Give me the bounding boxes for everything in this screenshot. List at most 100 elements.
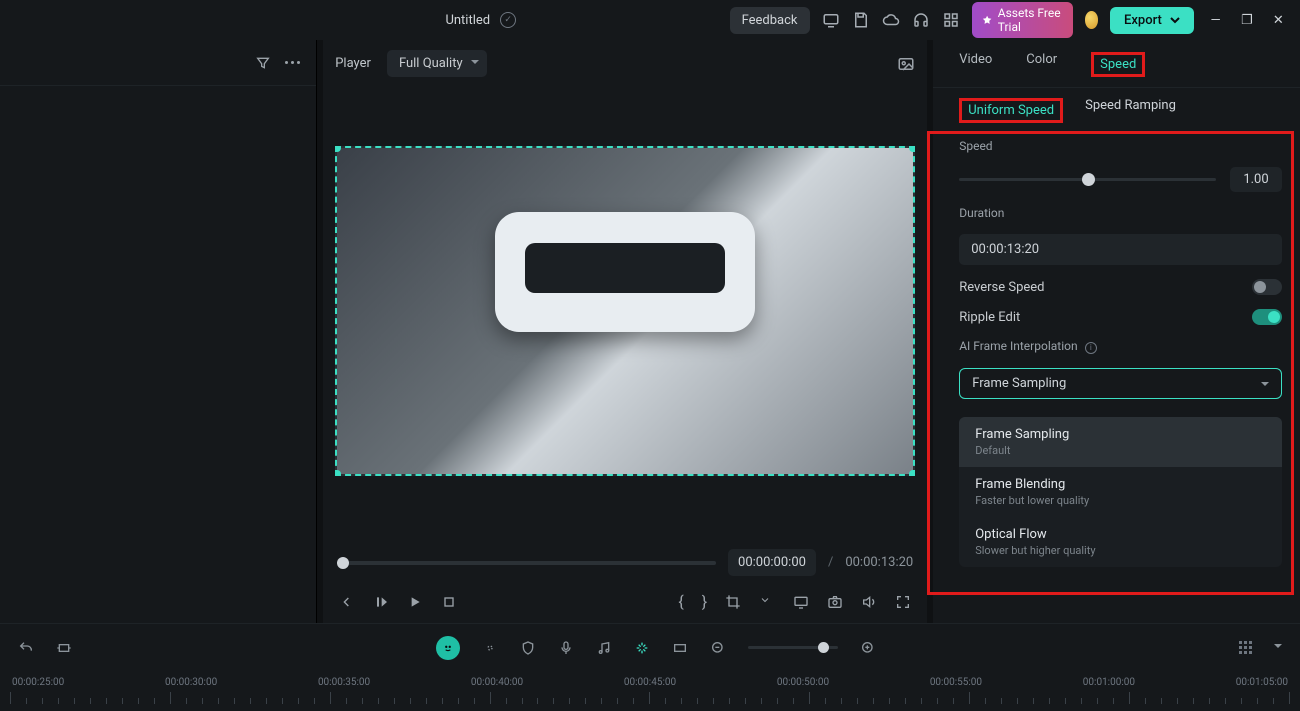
reverse-speed-label: Reverse Speed — [959, 280, 1044, 295]
cloud-icon[interactable] — [882, 11, 900, 29]
ripple-edit-label: Ripple Edit — [959, 310, 1020, 325]
picture-icon[interactable] — [897, 55, 915, 73]
preview-subject — [495, 212, 755, 332]
display-icon[interactable] — [822, 11, 840, 29]
timeline-area: 00:00:25:00 00:00:30:00 00:00:35:00 00:0… — [0, 623, 1300, 711]
resize-handle[interactable] — [909, 146, 915, 152]
dropdown-option-frame-blending[interactable]: Frame Blending Faster but lower quality — [959, 467, 1282, 517]
ruler-label: 00:00:25:00 — [12, 677, 64, 688]
zoom-out-icon[interactable] — [710, 640, 726, 656]
dropdown-option-optical-flow[interactable]: Optical Flow Slower but higher quality — [959, 517, 1282, 567]
resize-handle[interactable] — [335, 470, 341, 476]
total-time: 00:00:13:20 — [845, 555, 913, 570]
tab-speed[interactable]: Speed — [1091, 52, 1145, 77]
option-subtitle: Faster but lower quality — [975, 494, 1266, 507]
zoom-in-icon[interactable] — [860, 640, 876, 656]
subtab-speed-ramping[interactable]: Speed Ramping — [1085, 98, 1176, 123]
option-title: Frame Blending — [975, 477, 1266, 492]
window-close-icon[interactable]: ✕ — [1269, 13, 1288, 28]
option-subtitle: Slower but higher quality — [975, 544, 1266, 557]
feedback-button[interactable]: Feedback — [730, 7, 810, 34]
aspect-ratio-icon[interactable] — [672, 640, 688, 656]
tab-color[interactable]: Color — [1026, 52, 1057, 77]
ripple-edit-toggle[interactable] — [1252, 309, 1282, 325]
save-icon[interactable] — [852, 11, 870, 29]
fit-icon[interactable] — [56, 640, 72, 656]
current-time: 00:00:00:00 — [728, 549, 816, 576]
play-icon[interactable] — [407, 594, 423, 610]
shield-icon[interactable] — [520, 640, 536, 656]
info-icon[interactable]: i — [1085, 342, 1097, 354]
duration-input[interactable]: 00:00:13:20 — [959, 234, 1282, 265]
window-maximize-icon[interactable]: ❐ — [1237, 13, 1256, 28]
volume-icon[interactable] — [861, 594, 877, 610]
timeline-ruler[interactable]: 00:00:25:00 00:00:30:00 00:00:35:00 00:0… — [0, 671, 1300, 711]
zoom-slider[interactable] — [748, 646, 838, 649]
resize-handle[interactable] — [909, 470, 915, 476]
filter-icon[interactable] — [255, 55, 271, 71]
coin-icon[interactable] — [1085, 11, 1098, 29]
ai-assistant-icon[interactable] — [436, 636, 460, 660]
sparkle-icon[interactable] — [482, 640, 498, 656]
monitor-icon[interactable] — [793, 594, 809, 610]
more-icon[interactable] — [285, 61, 300, 64]
undo-icon[interactable] — [18, 640, 34, 656]
dropdown-option-frame-sampling[interactable]: Frame Sampling Default — [959, 417, 1282, 467]
reverse-speed-toggle[interactable] — [1252, 279, 1282, 295]
quality-dropdown[interactable]: Full Quality — [387, 50, 487, 77]
ruler-label: 00:00:35:00 — [318, 677, 370, 688]
ruler-label: 00:00:55:00 — [930, 677, 982, 688]
document-title: Untitled — [445, 13, 490, 28]
subtab-uniform-speed[interactable]: Uniform Speed — [959, 98, 1063, 123]
mark-out-icon[interactable]: } — [702, 592, 707, 611]
time-separator: / — [828, 555, 833, 570]
speed-value[interactable]: 1.00 — [1230, 167, 1282, 192]
headphones-icon[interactable] — [912, 11, 930, 29]
ruler-label: 00:00:40:00 — [471, 677, 523, 688]
assets-trial-label: Assets Free Trial — [998, 6, 1063, 34]
export-label: Export — [1124, 13, 1162, 28]
seek-slider[interactable] — [337, 561, 716, 565]
preview-frame[interactable] — [335, 146, 915, 476]
speed-label: Speed — [959, 139, 1282, 153]
stop-icon[interactable] — [441, 594, 457, 610]
grid-view-icon[interactable] — [1239, 641, 1252, 654]
ruler-label: 00:00:30:00 — [165, 677, 217, 688]
tab-video[interactable]: Video — [959, 52, 992, 77]
media-panel — [0, 40, 317, 623]
ruler-label: 00:00:50:00 — [777, 677, 829, 688]
crop-icon[interactable] — [725, 594, 741, 610]
titlebar: Untitled ✓ Feedback Assets Free Trial Ex… — [0, 0, 1300, 40]
ai-interpolation-label: AI Frame Interpolation — [959, 339, 1077, 353]
snapshot-icon[interactable] — [827, 594, 843, 610]
option-subtitle: Default — [975, 444, 1266, 457]
frame-interpolation-dropdown[interactable]: Frame Sampling — [959, 368, 1282, 399]
inspector-panel: Video Color Speed Uniform Speed Speed Ra… — [933, 40, 1300, 623]
option-title: Frame Sampling — [975, 427, 1266, 442]
dropdown-menu: Frame Sampling Default Frame Blending Fa… — [959, 417, 1282, 567]
window-minimize-icon[interactable]: — — [1206, 13, 1225, 28]
ruler-label: 00:01:00:00 — [1083, 677, 1135, 688]
option-title: Optical Flow — [975, 527, 1266, 542]
dropdown-selected-value: Frame Sampling — [972, 376, 1066, 391]
prev-frame-icon[interactable] — [339, 594, 355, 610]
ruler-label: 00:01:05:00 — [1236, 677, 1288, 688]
preview-panel: Player Full Quality — [323, 40, 927, 623]
export-button[interactable]: Export — [1110, 7, 1194, 34]
save-status-icon: ✓ — [500, 12, 516, 28]
quality-value: Full Quality — [399, 56, 463, 71]
music-icon[interactable] — [596, 640, 612, 656]
chevron-down-icon[interactable] — [1274, 644, 1282, 652]
mark-in-icon[interactable]: { — [678, 592, 683, 611]
auto-enhance-icon[interactable] — [634, 640, 650, 656]
microphone-icon[interactable] — [558, 640, 574, 656]
chevron-down-icon[interactable] — [759, 594, 775, 610]
duration-label: Duration — [959, 206, 1282, 220]
fullscreen-icon[interactable] — [895, 594, 911, 610]
assets-trial-button[interactable]: Assets Free Trial — [972, 2, 1073, 38]
play-pause-icon[interactable] — [373, 594, 389, 610]
chevron-up-icon — [1261, 382, 1269, 390]
apps-icon[interactable] — [942, 11, 960, 29]
speed-slider[interactable] — [959, 178, 1216, 181]
ruler-label: 00:00:45:00 — [624, 677, 676, 688]
